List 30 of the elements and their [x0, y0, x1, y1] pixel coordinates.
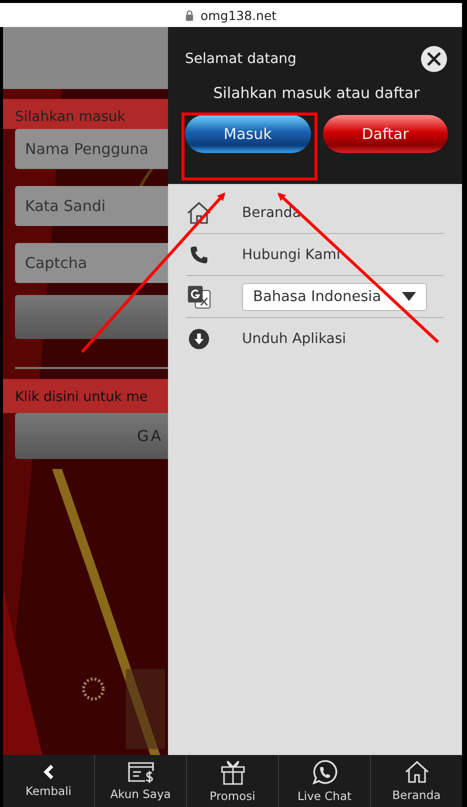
home-icon — [404, 760, 430, 784]
account-card-icon — [126, 761, 154, 783]
menu-item[interactable]: Unduh Aplikasi — [242, 330, 346, 346]
input-field[interactable]: Kata Sandi — [15, 186, 168, 226]
back-icon — [42, 764, 54, 780]
gift-icon — [220, 759, 246, 785]
download-icon — [186, 328, 212, 350]
input-field[interactable]: Captcha — [15, 243, 168, 283]
input-field[interactable]: Nama Pengguna — [15, 129, 168, 169]
nav-tab[interactable]: Live Chat — [278, 755, 370, 807]
home-icon — [186, 200, 212, 224]
prompt-text: Silahkan masuk atau daftar — [212, 84, 421, 102]
nav-tab[interactable]: Akun Saya — [94, 755, 186, 807]
dropdown-caret-icon — [402, 292, 416, 301]
chat-icon — [312, 759, 338, 785]
address-bar[interactable]: omg138.net — [0, 3, 462, 27]
url-text: omg138.net — [200, 8, 277, 22]
menu-item[interactable]: Hubungi Kami — [242, 246, 340, 262]
translate-icon — [186, 284, 212, 308]
close-icon[interactable] — [420, 45, 448, 73]
drawer-title: Selamat datang — [185, 51, 296, 67]
login-heading: Silahkan masuk — [15, 109, 126, 127]
nav-tab[interactable]: Beranda — [370, 755, 462, 807]
register-button[interactable]: Daftar — [322, 115, 448, 153]
login-button[interactable]: Masuk — [185, 115, 310, 153]
register-note: Klik disini untuk me — [15, 389, 149, 405]
nav-tab[interactable]: Promosi — [186, 755, 278, 807]
lock-icon — [185, 10, 194, 20]
language-select[interactable]: Bahasa Indonesia — [242, 282, 427, 310]
nav-tab[interactable]: Kembali — [3, 755, 94, 807]
